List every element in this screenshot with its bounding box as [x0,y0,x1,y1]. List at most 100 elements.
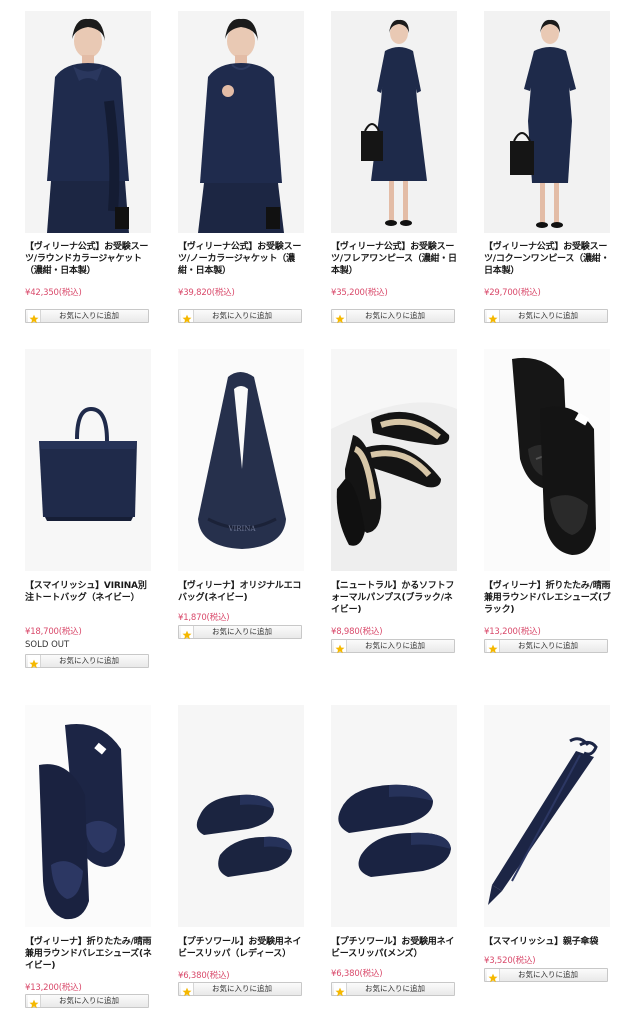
add-to-favorites-label: お気に入りに追加 [212,627,272,636]
favorite-star-icon [28,995,41,1009]
favorite-star-icon [181,626,194,640]
add-to-favorites-button[interactable]: お気に入りに追加 [484,309,608,324]
star-icon [29,314,39,324]
add-to-favorites-button[interactable]: お気に入りに追加 [484,639,608,654]
add-to-favorites-label: お気に入りに追加 [59,311,119,320]
favorite-star-icon [334,640,347,654]
product-price: ¥8,980(税込) [331,627,383,637]
star-icon [182,630,192,640]
product-price: ¥3,520(税込) [484,956,536,966]
add-to-favorites-button[interactable]: お気に入りに追加 [178,982,302,997]
product-price: ¥13,200(税込) [25,983,82,993]
product-image[interactable]: VIRINA [178,349,304,571]
product-price: ¥42,350(税込) [25,288,82,298]
add-to-favorites-label: お気に入りに追加 [365,984,425,993]
favorite-star-icon [334,983,347,997]
add-to-favorites-button[interactable]: お気に入りに追加 [25,994,149,1009]
product-card[interactable]: 【プチソワール】お受験用ネイビースリッパ（レディース） ¥6,380(税込) お… [178,705,304,998]
add-to-favorites-button[interactable]: お気に入りに追加 [25,309,149,324]
favorite-star-icon [487,969,500,983]
product-image[interactable] [484,705,610,927]
star-icon [488,973,498,983]
add-to-favorites-button[interactable]: お気に入りに追加 [484,968,608,983]
product-title[interactable]: 【スマイリッシュ】VIRINA別注トートバッグ（ネイビー） [25,580,153,604]
star-icon [182,314,192,324]
add-to-favorites-button[interactable]: お気に入りに追加 [331,639,455,654]
star-icon [335,644,345,654]
product-title[interactable]: 【ヴィリーナ公式】お受験スーツ/コクーンワンピース（濃紺・日本製） [484,241,612,277]
product-title[interactable]: 【プチソワール】お受験用ネイビースリッパ(メンズ） [331,936,459,960]
product-title[interactable]: 【スマイリッシュ】親子傘袋 [484,936,612,948]
product-card[interactable]: 【ヴィリーナ】折りたたみ/晴雨兼用ラウンドバレエシューズ(ブラック) ¥13,2… [484,349,612,655]
product-card[interactable]: VIRINA 【ヴィリーナ】オリジナルエコバッグ(ネイビー) ¥1,870(税込… [178,349,304,641]
sold-out-label: SOLD OUT [25,640,70,650]
product-image[interactable] [331,705,457,927]
product-title[interactable]: 【ヴィリーナ】オリジナルエコバッグ(ネイビー) [178,580,306,604]
add-to-favorites-label: お気に入りに追加 [365,311,425,320]
add-to-favorites-label: お気に入りに追加 [518,641,578,650]
product-card[interactable]: 【ヴィリーナ公式】お受験スーツ/ラウンドカラージャケット（濃紺・日本製） ¥42… [25,11,151,325]
add-to-favorites-label: お気に入りに追加 [59,656,119,665]
star-icon [335,314,345,324]
product-image[interactable] [25,349,151,571]
star-icon [29,999,39,1009]
favorite-star-icon [181,983,194,997]
product-price: ¥29,700(税込) [484,288,541,298]
product-title[interactable]: 【ヴィリーナ公式】お受験スーツ/ノーカラージャケット（濃紺・日本製） [178,241,306,277]
star-icon [488,644,498,654]
add-to-favorites-button[interactable]: お気に入りに追加 [25,654,149,669]
black-ballet-shoes-icon [484,349,610,571]
product-card[interactable]: 【ニュートラル】かるソフトフォーマルパンプス(ブラック/ネイビー) ¥8,980… [331,349,457,655]
navy-eco-bag-icon: VIRINA [178,349,304,571]
add-to-favorites-label: お気に入りに追加 [365,641,425,650]
product-title[interactable]: 【ヴィリーナ】折りたたみ/晴雨兼用ラウンドバレエシューズ(ネイビー) [25,936,153,972]
add-to-favorites-button[interactable]: お気に入りに追加 [331,309,455,324]
product-price: ¥6,380(税込) [331,969,383,979]
navy-umbrella-bag-icon [484,705,610,927]
add-to-favorites-label: お気に入りに追加 [212,984,272,993]
product-card[interactable]: 【ヴィリーナ公式】お受験スーツ/コクーンワンピース（濃紺・日本製） ¥29,70… [484,11,610,325]
add-to-favorites-button[interactable]: お気に入りに追加 [178,625,302,640]
product-title[interactable]: 【ヴィリーナ公式】お受験スーツ/ラウンドカラージャケット（濃紺・日本製） [25,241,153,277]
product-price: ¥1,870(税込) [178,613,230,623]
product-image[interactable] [331,11,457,233]
product-price: ¥6,380(税込) [178,971,230,981]
product-card[interactable]: 【スマイリッシュ】VIRINA別注トートバッグ（ネイビー） ¥18,700(税込… [25,349,151,670]
favorite-star-icon [487,310,500,324]
navy-cocoon-dress-icon [484,11,610,233]
product-price: ¥18,700(税込) [25,627,82,637]
product-card[interactable]: 【ヴィリーナ】折りたたみ/晴雨兼用ラウンドバレエシューズ(ネイビー) ¥13,2… [25,705,153,1010]
favorite-star-icon [181,310,194,324]
product-card[interactable]: 【ヴィリーナ公式】お受験スーツ/ノーカラージャケット（濃紺・日本製） ¥39,8… [178,11,304,325]
product-image[interactable] [25,705,151,927]
product-image[interactable] [25,11,151,233]
product-image[interactable] [331,349,457,571]
star-icon [182,987,192,997]
favorite-star-icon [28,310,41,324]
product-image[interactable] [484,11,610,233]
add-to-favorites-label: お気に入りに追加 [518,311,578,320]
star-icon [29,659,39,669]
navy-slippers-mens-icon [331,705,457,927]
product-title[interactable]: 【ニュートラル】かるソフトフォーマルパンプス(ブラック/ネイビー) [331,580,459,616]
product-title[interactable]: 【プチソワール】お受験用ネイビースリッパ（レディース） [178,936,306,960]
product-price: ¥35,200(税込) [331,288,388,298]
product-title[interactable]: 【ヴィリーナ】折りたたみ/晴雨兼用ラウンドバレエシューズ(ブラック) [484,580,612,616]
product-title[interactable]: 【ヴィリーナ公式】お受験スーツ/フレアワンピース（濃紺・日本製） [331,241,459,277]
add-to-favorites-label: お気に入りに追加 [59,996,119,1005]
navy-slippers-ladies-icon [178,705,304,927]
product-price: ¥13,200(税込) [484,627,541,637]
navy-ballet-shoes-icon [25,705,151,927]
product-image[interactable] [178,11,304,233]
favorite-star-icon [487,640,500,654]
navy-round-collar-jacket-icon [25,11,151,233]
product-card[interactable]: 【スマイリッシュ】親子傘袋 ¥3,520(税込) お気に入りに追加 [484,705,610,984]
star-icon [335,987,345,997]
product-image[interactable] [484,349,610,571]
star-icon [488,314,498,324]
add-to-favorites-button[interactable]: お気に入りに追加 [331,982,455,997]
product-card[interactable]: 【ヴィリーナ公式】お受験スーツ/フレアワンピース（濃紺・日本製） ¥35,200… [331,11,457,325]
add-to-favorites-button[interactable]: お気に入りに追加 [178,309,302,324]
product-image[interactable] [178,705,304,927]
product-card[interactable]: 【プチソワール】お受験用ネイビースリッパ(メンズ） ¥6,380(税込) お気に… [331,705,457,998]
